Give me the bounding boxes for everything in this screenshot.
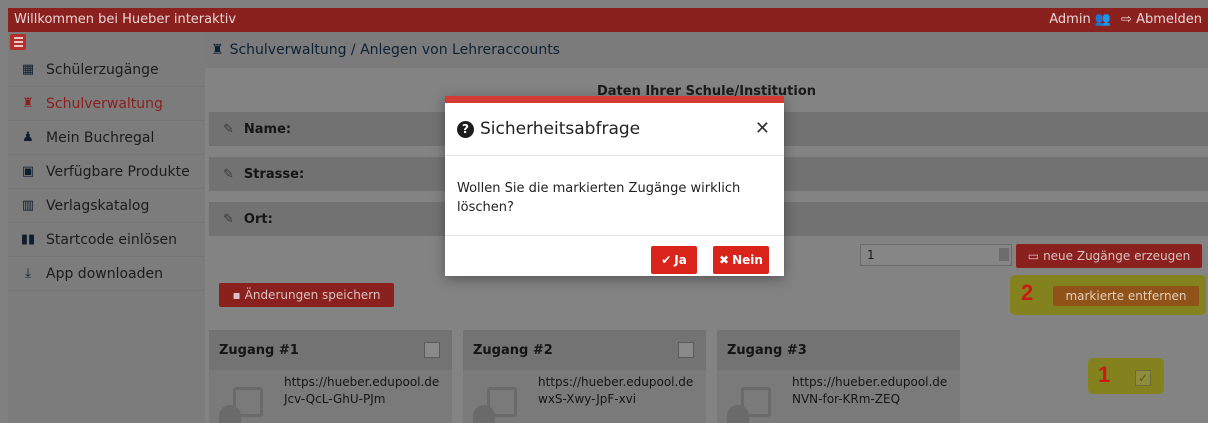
account-card: Zugang #1 https://hueber.edupool.de Jcv-… (209, 330, 452, 423)
check-icon: ✔ (661, 253, 672, 267)
welcome-text: Willkommen bei Hueber interaktiv (14, 12, 237, 27)
dialog-title: Sicherheitsabfrage (480, 119, 641, 139)
school-admin-icon: ♜ (22, 96, 34, 111)
user-screen-icon (219, 387, 265, 423)
edit-icon: ✎ (223, 166, 234, 182)
sidebar: ▦ Schülerzugänge ♜ Schulverwaltung ♟ Mei… (8, 32, 205, 423)
close-icon[interactable]: ✕ (755, 118, 770, 139)
sign-out-icon: ⇨ (1121, 12, 1132, 27)
card-url[interactable]: https://hueber.edupool.de (792, 374, 947, 391)
hamburger-menu-button[interactable] (10, 34, 26, 50)
logout-link[interactable]: ⇨ Abmelden (1121, 12, 1202, 27)
card-title: Zugang #3 (727, 342, 807, 358)
confirm-dialog: ? Sicherheitsabfrage ✕ Wollen Sie die ma… (445, 96, 784, 276)
card-url[interactable]: https://hueber.edupool.de (284, 374, 439, 391)
download-icon: ⤓ (25, 266, 31, 281)
students-icon: ▦ (21, 62, 35, 77)
select-checkbox[interactable] (424, 342, 440, 358)
account-card: Zugang #3 https://hueber.edupool.de NVN-… (717, 330, 960, 423)
save-changes-button[interactable]: ▪ Änderungen speichern (219, 283, 394, 307)
card-code: Jcv-QcL-GhU-PJm (284, 392, 386, 406)
user-area: Admin 👥 ⇨ Abmelden (1049, 12, 1202, 27)
confirm-yes-button[interactable]: ✔ Ja (651, 246, 697, 274)
spinner-icon[interactable] (999, 248, 1009, 261)
account-card: Zugang #2 https://hueber.edupool.de wxS-… (463, 330, 706, 423)
user-screen-icon (727, 387, 773, 423)
top-bar: Willkommen bei Hueber interaktiv Admin 👥… (8, 8, 1208, 32)
card-title: Zugang #1 (219, 342, 299, 358)
edit-icon: ✎ (223, 211, 234, 227)
breadcrumb: ♜ Schulverwaltung / Anlegen von Lehrerac… (205, 32, 1208, 68)
dialog-message: Wollen Sie die markierten Zugänge wirkli… (457, 181, 741, 215)
school-admin-icon: ♜ (211, 42, 224, 58)
catalog-icon: ▥ (21, 198, 35, 213)
card-code: wxS-Xwy-JpF-xvi (538, 392, 637, 406)
card-url[interactable]: https://hueber.edupool.de (538, 374, 693, 391)
select-checkbox-checked[interactable]: ✓ (1135, 370, 1151, 386)
step-2-badge: 2 (1021, 280, 1034, 305)
sidebar-item-schulverwaltung[interactable]: ♜ Schulverwaltung (8, 87, 205, 121)
admin-link[interactable]: Admin 👥 (1049, 12, 1111, 27)
sidebar-item-app[interactable]: ⤓ App downloaden (8, 257, 205, 291)
select-checkbox[interactable] (678, 342, 694, 358)
sidebar-item-startcode[interactable]: ▮▮ Startcode einlösen (8, 223, 205, 257)
bookshelf-user-icon: ♟ (22, 130, 34, 145)
barcode-icon: ▮▮ (20, 232, 36, 247)
x-icon: ✖ (719, 253, 730, 267)
sidebar-item-produkte[interactable]: ▣ Verfügbare Produkte (8, 155, 205, 189)
account-count-input[interactable]: 1 (860, 244, 1012, 266)
sidebar-item-schuelerzugaenge[interactable]: ▦ Schülerzugänge (8, 53, 205, 87)
remove-marked-button[interactable]: markierte entfernen (1053, 286, 1199, 306)
card-title: Zugang #2 (473, 342, 553, 358)
confirm-no-button[interactable]: ✖ Nein (713, 246, 769, 274)
sidebar-item-katalog[interactable]: ▥ Verlagskatalog (8, 189, 205, 223)
question-icon: ? (457, 120, 474, 138)
generate-accounts-button[interactable]: ▭ neue Zugänge erzeugen (1016, 244, 1202, 268)
save-icon: ▪ (232, 288, 241, 302)
edit-icon: ✎ (223, 121, 234, 137)
new-accounts-icon: ▭ (1027, 249, 1040, 263)
step-1-badge: 1 (1098, 362, 1111, 387)
book-icon: ▣ (21, 164, 35, 179)
sidebar-item-buchregal[interactable]: ♟ Mein Buchregal (8, 121, 205, 155)
users-cog-icon: 👥 (1094, 12, 1112, 27)
user-screen-icon (473, 387, 519, 423)
card-code: NVN-for-KRm-ZEQ (792, 392, 901, 406)
